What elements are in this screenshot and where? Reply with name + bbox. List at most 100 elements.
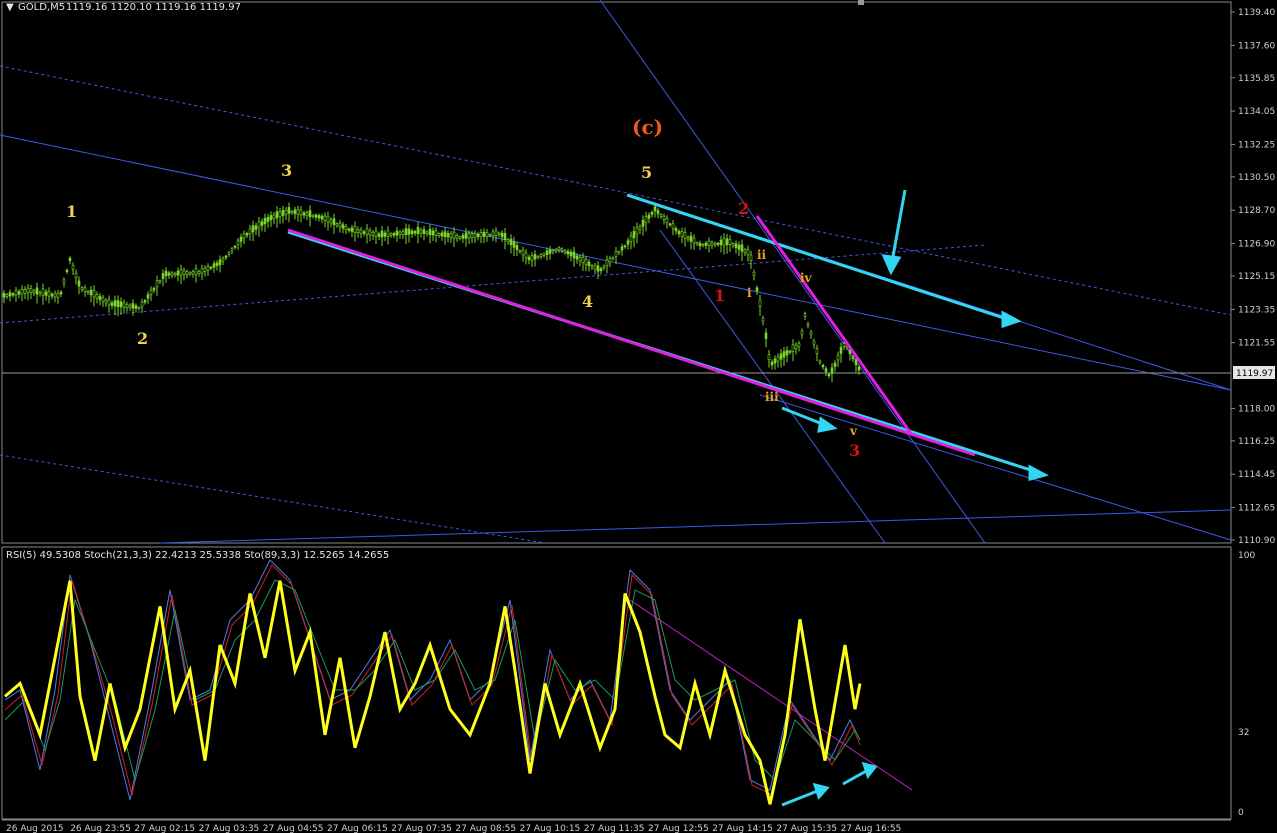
candle-body	[179, 269, 183, 276]
down-arrow-head	[881, 254, 902, 276]
candle-body	[203, 267, 207, 272]
candle-body	[809, 331, 813, 336]
wave-label: 3	[849, 441, 860, 460]
candle-body	[767, 354, 771, 360]
candle-body	[494, 230, 498, 236]
candle-body	[410, 230, 414, 234]
candle-body	[797, 343, 801, 347]
wave-label: i	[747, 286, 752, 300]
candle-body	[242, 233, 246, 239]
candle-body	[437, 233, 441, 236]
time-tick-label: 27 Aug 08:55	[455, 824, 516, 833]
candle-body	[248, 228, 252, 234]
candle-body	[389, 233, 393, 236]
candle-body	[317, 215, 321, 219]
candle-body	[506, 239, 510, 242]
candle-body	[518, 250, 522, 253]
candle-body	[704, 242, 708, 246]
candle-body	[671, 223, 675, 229]
candle-body	[68, 257, 72, 261]
candle-body	[326, 216, 330, 223]
candle-body	[425, 231, 429, 235]
candle-body	[830, 367, 834, 374]
candle-body	[452, 231, 456, 239]
candle-body	[359, 229, 363, 234]
candle-body	[56, 293, 60, 298]
candle-body	[296, 209, 300, 215]
candle-body	[44, 291, 48, 296]
candle-body	[188, 272, 192, 275]
candle-body	[329, 219, 333, 224]
candle-body	[542, 253, 546, 256]
time-tick-label: 27 Aug 07:35	[391, 824, 452, 833]
time-tick-label: 27 Aug 10:15	[520, 824, 581, 833]
candle-body	[521, 250, 525, 256]
wedge-lower-line	[287, 228, 976, 457]
candle-body	[680, 231, 684, 237]
candle-body	[470, 233, 474, 238]
candle-body	[758, 299, 762, 307]
candle-body	[686, 236, 690, 240]
candle-body	[857, 366, 861, 371]
candle-body	[287, 207, 291, 214]
price-tick-label: 1112.65	[1238, 504, 1275, 514]
candle-body	[5, 294, 9, 297]
upper-arrow-head	[1001, 310, 1022, 329]
candle-body	[512, 241, 516, 248]
candle-body	[665, 218, 669, 223]
candle-body	[284, 210, 288, 215]
candle-body	[497, 232, 501, 235]
candle-body	[77, 280, 81, 287]
chart-shift-marker[interactable]	[858, 0, 864, 5]
candle-body	[236, 240, 240, 245]
candle-body	[539, 254, 543, 257]
wave-label: iii	[765, 390, 779, 404]
dashed-upper	[0, 65, 1232, 316]
candle-body	[590, 265, 594, 268]
candle-body	[842, 343, 846, 347]
candle-body	[170, 272, 174, 276]
current-price-tag: 1119.97	[1236, 369, 1273, 379]
candle-body	[14, 290, 18, 296]
price-tick-label: 1110.90	[1238, 536, 1275, 546]
candle-body	[773, 358, 777, 364]
time-tick-label: 27 Aug 11:35	[584, 824, 645, 833]
candle-body	[413, 231, 417, 234]
candle-body	[158, 280, 162, 283]
candle-body	[32, 290, 36, 294]
price-tick-label: 1137.60	[1238, 41, 1275, 51]
stoch-line-a	[4, 559, 861, 801]
candle-body	[341, 224, 345, 229]
candle-body	[362, 231, 366, 234]
symbol-dropdown-icon[interactable]: ▼	[6, 2, 14, 13]
candle-body	[278, 211, 282, 217]
candle-body	[416, 227, 420, 235]
candle-body	[455, 235, 459, 239]
candle-body	[344, 226, 348, 230]
candle-body	[476, 233, 480, 238]
candle-body	[794, 344, 798, 350]
candle-body	[746, 249, 750, 255]
candle-body	[731, 243, 735, 246]
wave-label: 3	[281, 161, 292, 180]
candle-body	[443, 231, 447, 238]
candle-body	[419, 229, 423, 234]
candle-body	[182, 270, 186, 276]
candle-body	[107, 299, 111, 306]
wave-label: v	[849, 424, 858, 438]
candle-body	[143, 300, 147, 303]
price-tick-label: 1114.45	[1238, 470, 1275, 480]
candle-body	[53, 293, 57, 298]
candle-body	[209, 266, 213, 269]
candle-body	[83, 287, 87, 292]
candle-body	[569, 251, 573, 257]
candle-body	[698, 242, 702, 247]
time-axis: 26 Aug 2015 26 Aug 23:55 27 Aug 02:15 27 Au…	[6, 824, 901, 833]
candle-body	[473, 233, 477, 238]
candle-body	[59, 291, 63, 295]
candle-body	[662, 215, 666, 220]
candle-body	[803, 313, 807, 317]
price-axis: 1139.40 1137.60 1135.85 1134.05 1132.25 1130.…	[1231, 8, 1275, 546]
candle-body	[8, 292, 12, 297]
candle-body	[47, 290, 51, 297]
